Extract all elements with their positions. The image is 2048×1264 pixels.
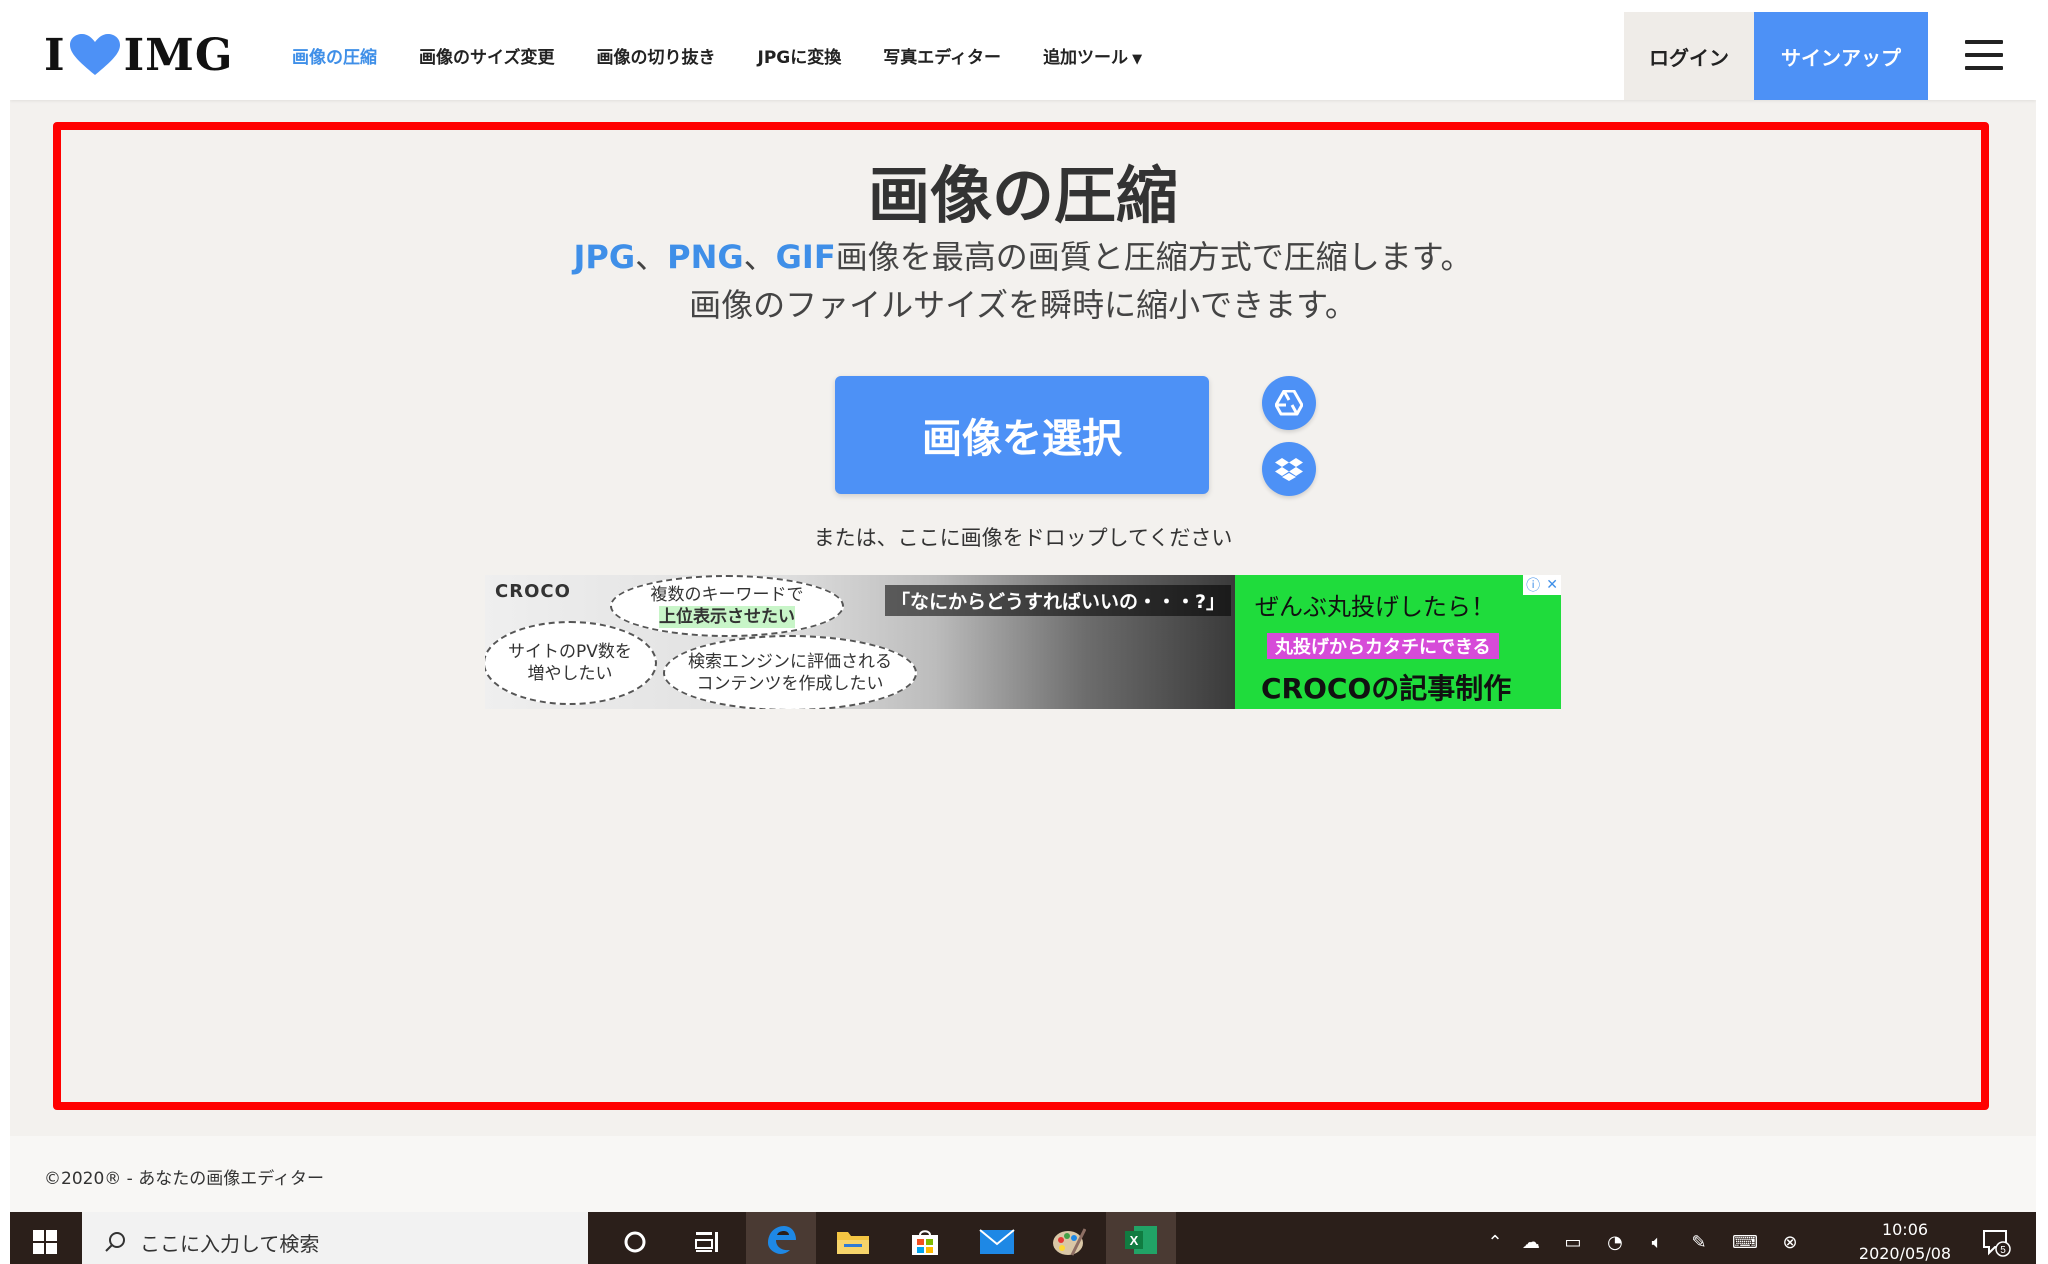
task-view-button[interactable]	[672, 1212, 742, 1264]
site-footer: ©2020® - あなたの画像エディター	[10, 1136, 2036, 1212]
site-header: I IMG 画像の圧縮 画像のサイズ変更 画像の切り抜き JPGに変換 写真エデ…	[10, 10, 2036, 100]
paint-palette-icon	[1053, 1228, 1086, 1256]
main-nav: 画像の圧縮 画像のサイズ変更 画像の切り抜き JPGに変換 写真エディター 追加…	[292, 10, 1184, 100]
volume-icon[interactable]: 🔈︎	[1636, 1232, 1678, 1253]
logo-text-img: IMG	[123, 29, 234, 81]
taskbar-store[interactable]	[890, 1212, 960, 1264]
store-bag-icon	[912, 1230, 938, 1255]
taskbar-edge-app[interactable]	[746, 1212, 816, 1264]
site-logo[interactable]: I IMG	[44, 29, 234, 81]
system-tray: ⌃ ☁ ▭ ◔ 🔈︎ ✎ ⌨ ⊗	[1480, 1212, 1810, 1264]
keyboard-icon[interactable]: ⌨	[1720, 1232, 1770, 1253]
taskbar-search-placeholder: ここに入力して検索	[140, 1231, 320, 1256]
svg-text:X: X	[1130, 1233, 1139, 1248]
start-button[interactable]	[10, 1212, 80, 1264]
nav-crop-image[interactable]: 画像の切り抜き	[597, 43, 716, 68]
taskbar-mail[interactable]	[962, 1212, 1032, 1264]
mail-envelope-icon	[979, 1229, 1015, 1254]
taskbar-file-explorer[interactable]	[818, 1212, 888, 1264]
nav-more-tools-label: 追加ツール	[1043, 47, 1129, 68]
cortana-circle-icon	[624, 1231, 646, 1253]
nav-compress-image[interactable]: 画像の圧縮	[292, 43, 377, 68]
action-center-button[interactable]: 5	[1966, 1212, 2026, 1264]
pen-icon[interactable]: ✎	[1678, 1232, 1720, 1253]
notification-count: 5	[2000, 1245, 2006, 1256]
login-button[interactable]: ログイン	[1624, 12, 1754, 100]
clock-date: 2020/05/08	[1858, 1244, 1952, 1263]
battery-icon[interactable]: ▭	[1552, 1232, 1594, 1253]
footer-copyright: ©2020® - あなたの画像エディター	[44, 1169, 325, 1189]
hamburger-menu-icon[interactable]	[1965, 40, 2003, 70]
onedrive-cloud-icon[interactable]: ☁	[1510, 1232, 1552, 1253]
folder-icon	[837, 1232, 869, 1254]
taskbar-excel[interactable]: X	[1106, 1212, 1176, 1264]
clock-time: 10:06	[1881, 1220, 1929, 1239]
edge-browser-icon	[768, 1226, 796, 1254]
highlight-frame	[53, 122, 1989, 1110]
task-view-icon	[695, 1232, 718, 1252]
nav-more-tools[interactable]: 追加ツール ▼	[1043, 43, 1142, 68]
logo-text-i: I	[44, 29, 66, 81]
cortana-button[interactable]	[600, 1212, 670, 1264]
chevron-up-icon[interactable]: ⌃	[1480, 1232, 1510, 1253]
heart-icon	[69, 34, 120, 75]
nav-resize-image[interactable]: 画像のサイズ変更	[419, 43, 555, 68]
taskbar-paint[interactable]	[1034, 1212, 1104, 1264]
signup-button[interactable]: サインアップ	[1754, 12, 1928, 100]
caret-down-icon: ▼	[1132, 51, 1143, 67]
search-icon	[105, 1232, 125, 1252]
browser-viewport: I IMG 画像の圧縮 画像のサイズ変更 画像の切り抜き JPGに変換 写真エデ…	[10, 10, 2036, 1264]
windows-taskbar: ここに入力して検索 X ⌃ ☁ ▭ ◔ 🔈︎ ✎ ⌨ ⊗ 10:06 2020/…	[10, 1212, 2036, 1264]
wifi-icon[interactable]: ◔	[1594, 1232, 1636, 1253]
ime-off-icon[interactable]: ⊗	[1770, 1232, 1810, 1253]
taskbar-clock[interactable]: 10:06 2020/05/08	[1850, 1218, 1960, 1264]
excel-icon: X	[1125, 1226, 1157, 1254]
nav-convert-to-jpg[interactable]: JPGに変換	[758, 43, 842, 68]
notification-icon: 5	[1983, 1230, 2011, 1257]
windows-logo-icon	[33, 1230, 57, 1254]
taskbar-search-box[interactable]: ここに入力して検索	[82, 1212, 588, 1264]
nav-photo-editor[interactable]: 写真エディター	[883, 43, 1001, 68]
